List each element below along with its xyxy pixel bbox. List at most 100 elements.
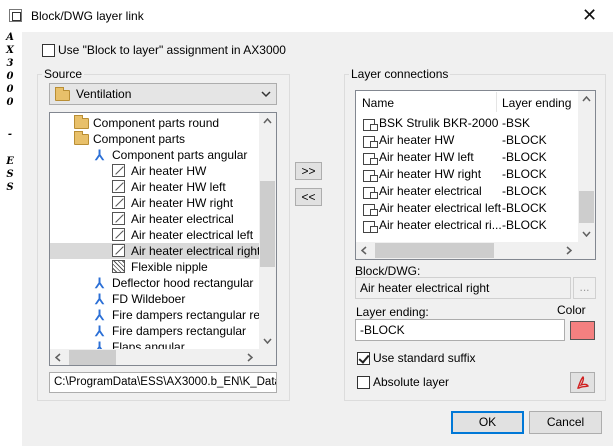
layer-row-ending: -BLOCK (502, 201, 547, 215)
title-bar: Block/DWG layer link ✕ (0, 0, 613, 32)
absolute-layer-checkbox[interactable] (357, 376, 370, 389)
scroll-up-icon[interactable] (582, 96, 591, 102)
absolute-layer-label: Absolute layer (373, 375, 450, 389)
layer-list-horizontal-scrollbar[interactable] (356, 242, 578, 259)
tree-item-label: Air heater HW (131, 164, 207, 178)
tree-item[interactable]: ⅄ Deflector hood rectangular (50, 275, 259, 291)
tree-item-label: Air heater electrical left (131, 228, 254, 242)
scroll-right-icon[interactable] (247, 353, 253, 362)
source-group-title: Source (42, 67, 85, 81)
dwg-icon (112, 244, 125, 257)
column-header-layer-ending[interactable]: Layer ending (502, 92, 571, 114)
block-link-icon (363, 202, 378, 216)
color-swatch-button[interactable] (570, 321, 595, 340)
tree-item-label: Air heater electrical right (131, 244, 261, 258)
tree-item[interactable]: ⅄ Fire dampers rectangular (50, 323, 259, 339)
ok-button[interactable]: OK (451, 411, 524, 434)
side-char: S (6, 169, 14, 180)
tree-item[interactable]: Air heater HW right (50, 195, 259, 211)
close-button[interactable]: ✕ (566, 0, 613, 32)
layer-row[interactable]: Air heater electrical left -BLOCK (356, 200, 579, 217)
dwg-icon (112, 164, 125, 177)
block-link-icon (363, 219, 378, 233)
layer-row-ending: -BLOCK (502, 218, 547, 232)
layer-connections-title: Layer connections (349, 67, 451, 81)
column-header-name[interactable]: Name (362, 92, 394, 114)
use-standard-suffix-checkbox[interactable] (357, 352, 370, 365)
tree-item[interactable]: Flexible nipple (50, 259, 259, 275)
dwg-icon (112, 180, 125, 193)
layer-row-name: Air heater electrical left (379, 201, 502, 215)
scroll-thumb[interactable] (260, 181, 275, 267)
tree-vertical-scrollbar[interactable] (259, 113, 276, 349)
app-icon (9, 9, 22, 22)
dwg-icon (112, 212, 125, 225)
layer-connections-list[interactable]: Name Layer ending BSK Strulik BKR-2000 -… (355, 90, 596, 260)
tree-item-label: FD Wildeboer (112, 292, 186, 306)
tree-item-label: Component parts (93, 132, 186, 146)
tree-item[interactable]: Air heater HW (50, 163, 259, 179)
folder-icon (55, 87, 70, 101)
column-divider[interactable] (496, 92, 497, 112)
tree-item-selected[interactable]: Air heater electrical right (50, 243, 261, 259)
tree-item[interactable]: Component parts round (50, 115, 259, 131)
layer-row-name: Air heater HW right (379, 167, 482, 181)
layer-list-vertical-scrollbar[interactable] (578, 91, 595, 242)
add-button[interactable]: >> (295, 162, 322, 180)
folder-icon (74, 115, 89, 129)
side-label-strip: A X 3 0 0 0 - E S S (0, 32, 22, 446)
tree-item[interactable]: Component parts (50, 131, 259, 147)
scroll-thumb[interactable] (375, 243, 494, 258)
tree-item-label: Deflector hood rectangular (112, 276, 254, 290)
block-icon: ⅄ (95, 275, 104, 291)
tree-item-label: Fire dampers rectangular (112, 324, 247, 338)
layer-row[interactable]: BSK Strulik BKR-2000 -BSK (356, 115, 579, 132)
source-tree[interactable]: Component parts round Component parts ⅄ … (49, 112, 277, 366)
layer-ending-label: Layer ending: (356, 305, 429, 319)
browse-button[interactable]: ... (573, 277, 596, 299)
chevron-down-icon (261, 91, 271, 98)
hatch-icon (112, 260, 125, 273)
layer-row-name: Air heater electrical ri... (379, 218, 502, 232)
tree-item[interactable]: ⅄ FD Wildeboer (50, 291, 259, 307)
scroll-right-icon[interactable] (566, 246, 572, 255)
tree-item[interactable]: Air heater electrical (50, 211, 259, 227)
source-combo[interactable]: Ventilation (49, 83, 277, 105)
layer-ending-field[interactable]: -BLOCK (355, 319, 565, 341)
layer-row[interactable]: Air heater electrical -BLOCK (356, 183, 579, 200)
block-to-layer-checkbox[interactable] (42, 44, 55, 57)
scroll-down-icon[interactable] (582, 231, 591, 237)
tree-horizontal-scrollbar[interactable] (50, 349, 259, 365)
scroll-left-icon[interactable] (361, 246, 367, 255)
block-link-icon (363, 168, 378, 182)
side-char: - (7, 129, 13, 140)
scroll-thumb[interactable] (579, 191, 594, 223)
layer-row-name: Air heater HW (379, 133, 455, 147)
scroll-down-icon[interactable] (263, 338, 272, 344)
layer-row[interactable]: Air heater electrical ri... -BLOCK (356, 217, 579, 234)
block-link-icon (363, 134, 378, 148)
scroll-left-icon[interactable] (55, 353, 61, 362)
side-char: X (6, 45, 14, 56)
tree-item[interactable]: Air heater HW left (50, 179, 259, 195)
tree-item[interactable]: Air heater electrical left (50, 227, 259, 243)
scroll-corner (259, 349, 276, 365)
side-char: A (6, 32, 14, 43)
color-label: Color (557, 303, 586, 317)
layer-row[interactable]: Air heater HW left -BLOCK (356, 149, 579, 166)
tree-item-label: Fire dampers rectangular red (112, 308, 267, 322)
tree-item-label: Flexible nipple (131, 260, 208, 274)
help-pdf-button[interactable] (570, 372, 595, 393)
tree-item[interactable]: ⅄ Fire dampers rectangular red (50, 307, 267, 323)
side-char: 0 (6, 84, 14, 95)
side-char: 3 (6, 58, 14, 69)
layer-row[interactable]: Air heater HW -BLOCK (356, 132, 579, 149)
block-icon: ⅄ (95, 147, 104, 163)
cancel-button[interactable]: Cancel (529, 411, 602, 434)
source-path-field[interactable]: C:\ProgramData\ESS\AX3000.b_EN\K_Data_E (49, 372, 277, 393)
remove-button[interactable]: << (295, 188, 322, 206)
scroll-thumb[interactable] (69, 350, 116, 365)
scroll-up-icon[interactable] (263, 118, 272, 124)
tree-item[interactable]: ⅄ Component parts angular (50, 147, 259, 163)
layer-row[interactable]: Air heater HW right -BLOCK (356, 166, 579, 183)
